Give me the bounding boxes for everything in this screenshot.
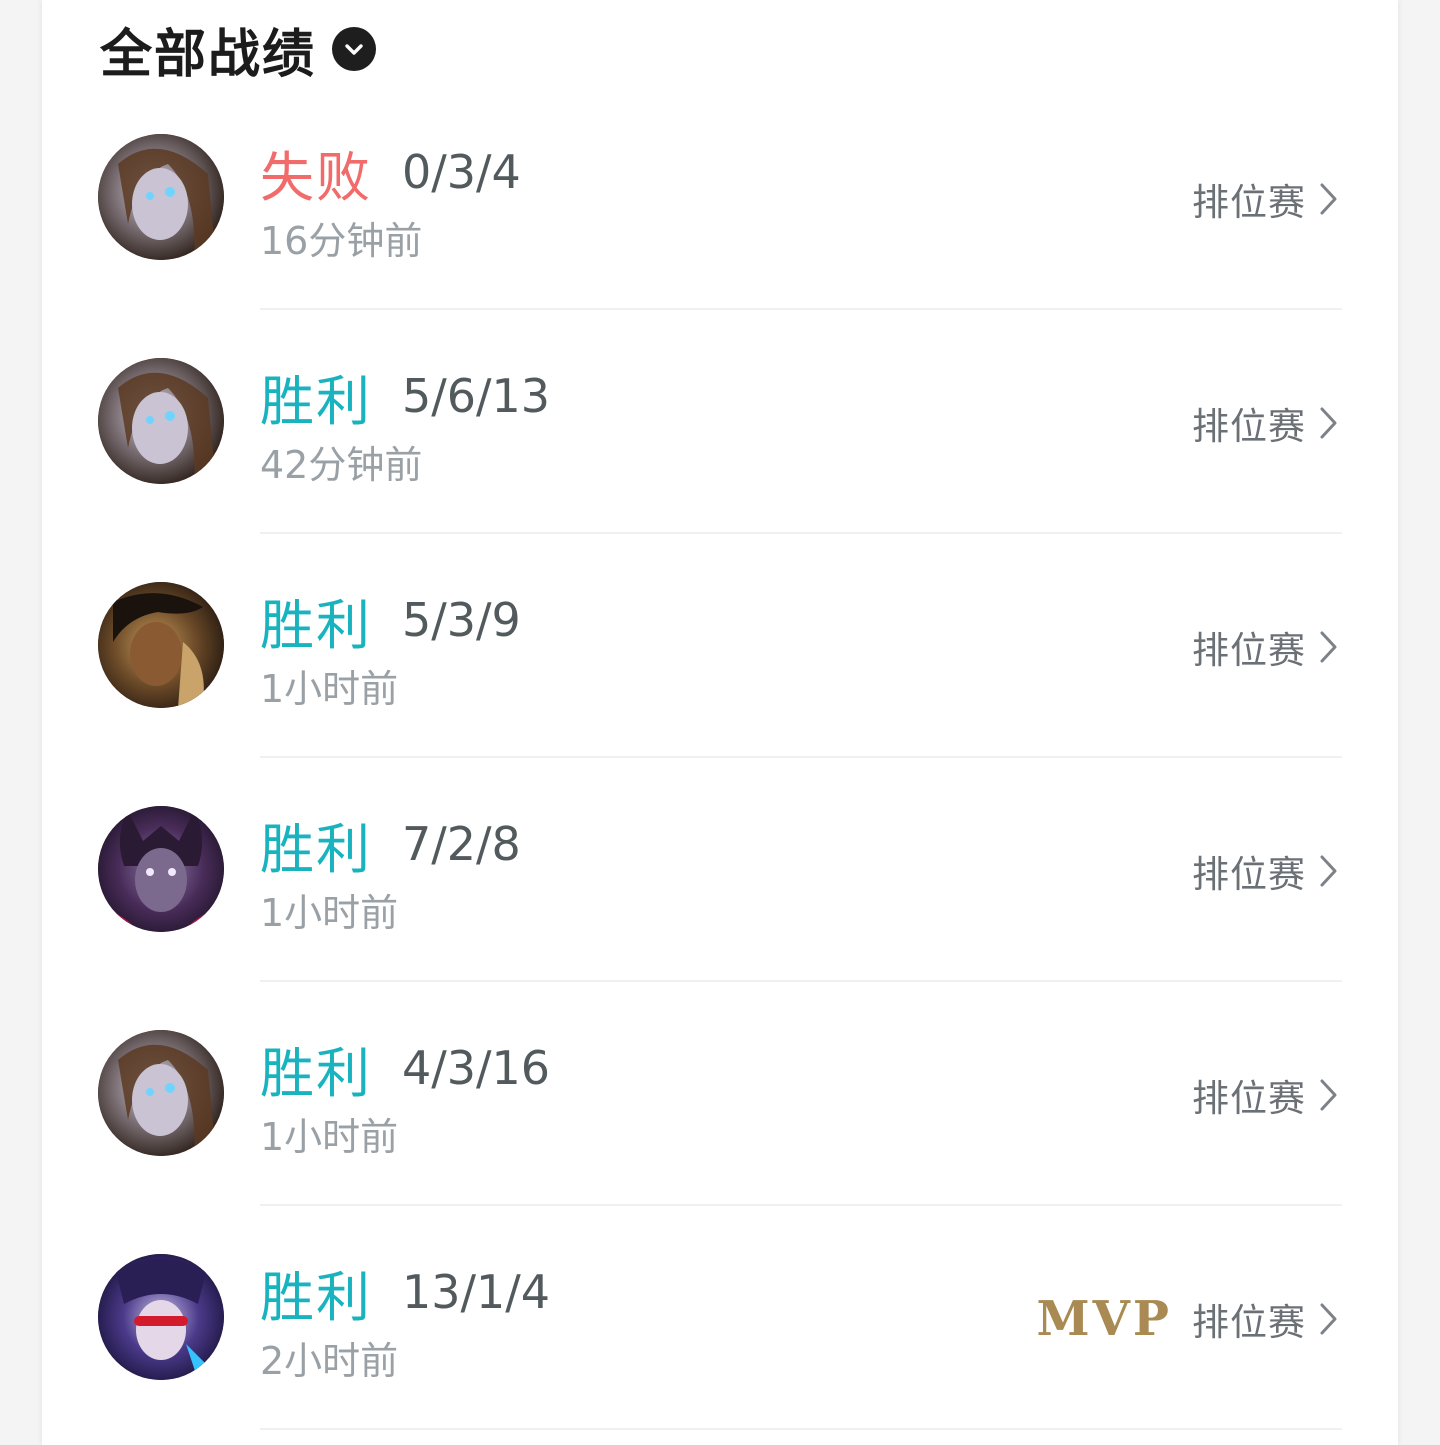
match-mode: 排位赛 <box>1192 1301 1306 1344</box>
match-kda: 5/6/13 <box>402 369 551 423</box>
match-result: 胜利 <box>260 369 372 433</box>
hero-avatar-icon <box>98 582 224 708</box>
chevron-right-icon <box>1320 407 1337 439</box>
chevron-right-icon <box>1320 183 1337 215</box>
match-row[interactable]: 失败 0/3/4 16分钟前 排位赛 <box>42 86 1398 310</box>
hero-avatar-icon <box>98 1254 224 1380</box>
match-time: 2小时前 <box>260 1339 399 1383</box>
chevron-down-icon[interactable] <box>332 27 377 71</box>
match-time: 16分钟前 <box>260 219 423 263</box>
match-filter-dropdown[interactable]: 全部战绩 <box>100 14 377 85</box>
hero-avatar-icon <box>98 1030 224 1156</box>
match-result: 失败 <box>260 145 372 209</box>
match-row[interactable]: 胜利 4/3/16 1小时前 排位赛 <box>42 982 1398 1206</box>
match-kda: 4/3/16 <box>402 1041 551 1095</box>
chevron-right-icon <box>1320 855 1337 887</box>
match-history-card: 全部战绩 失败 0/3/4 16分钟前 排位赛 胜利 5/6/13 42分钟前 … <box>42 0 1398 1445</box>
match-row[interactable]: 胜利 7/2/8 1小时前 排位赛 <box>42 758 1398 982</box>
match-kda: 7/2/8 <box>402 817 521 871</box>
match-result: 胜利 <box>260 593 372 657</box>
match-result: 胜利 <box>260 1265 372 1329</box>
match-mode: 排位赛 <box>1192 853 1306 896</box>
match-result: 胜利 <box>260 1041 372 1105</box>
hero-avatar-icon <box>98 806 224 932</box>
match-kda: 13/1/4 <box>402 1265 551 1319</box>
match-kda: 0/3/4 <box>402 145 521 199</box>
hero-avatar-icon <box>98 358 224 484</box>
page-title: 全部战绩 <box>100 24 317 85</box>
match-time: 1小时前 <box>260 667 399 711</box>
match-time: 1小时前 <box>260 891 399 935</box>
chevron-right-icon <box>1320 631 1337 663</box>
match-result: 胜利 <box>260 817 372 881</box>
match-mode: 排位赛 <box>1192 181 1306 224</box>
match-mode: 排位赛 <box>1192 629 1306 672</box>
chevron-right-icon <box>1320 1303 1337 1335</box>
match-row[interactable]: 胜利 5/6/13 42分钟前 排位赛 <box>42 310 1398 534</box>
match-time: 1小时前 <box>260 1115 399 1159</box>
row-divider <box>260 1428 1342 1430</box>
match-kda: 5/3/9 <box>402 593 521 647</box>
hero-avatar-icon <box>98 134 224 260</box>
match-time: 42分钟前 <box>260 443 423 487</box>
match-mode: 排位赛 <box>1192 1077 1306 1120</box>
chevron-right-icon <box>1320 1079 1337 1111</box>
match-mode: 排位赛 <box>1192 405 1306 448</box>
mvp-badge: MVP <box>1036 1291 1172 1347</box>
match-row[interactable]: 胜利 5/3/9 1小时前 排位赛 <box>42 534 1398 758</box>
match-row[interactable]: 胜利 13/1/4 2小时前 MVP 排位赛 <box>42 1206 1398 1430</box>
match-list: 失败 0/3/4 16分钟前 排位赛 胜利 5/6/13 42分钟前 排位赛 胜… <box>42 86 1398 1430</box>
